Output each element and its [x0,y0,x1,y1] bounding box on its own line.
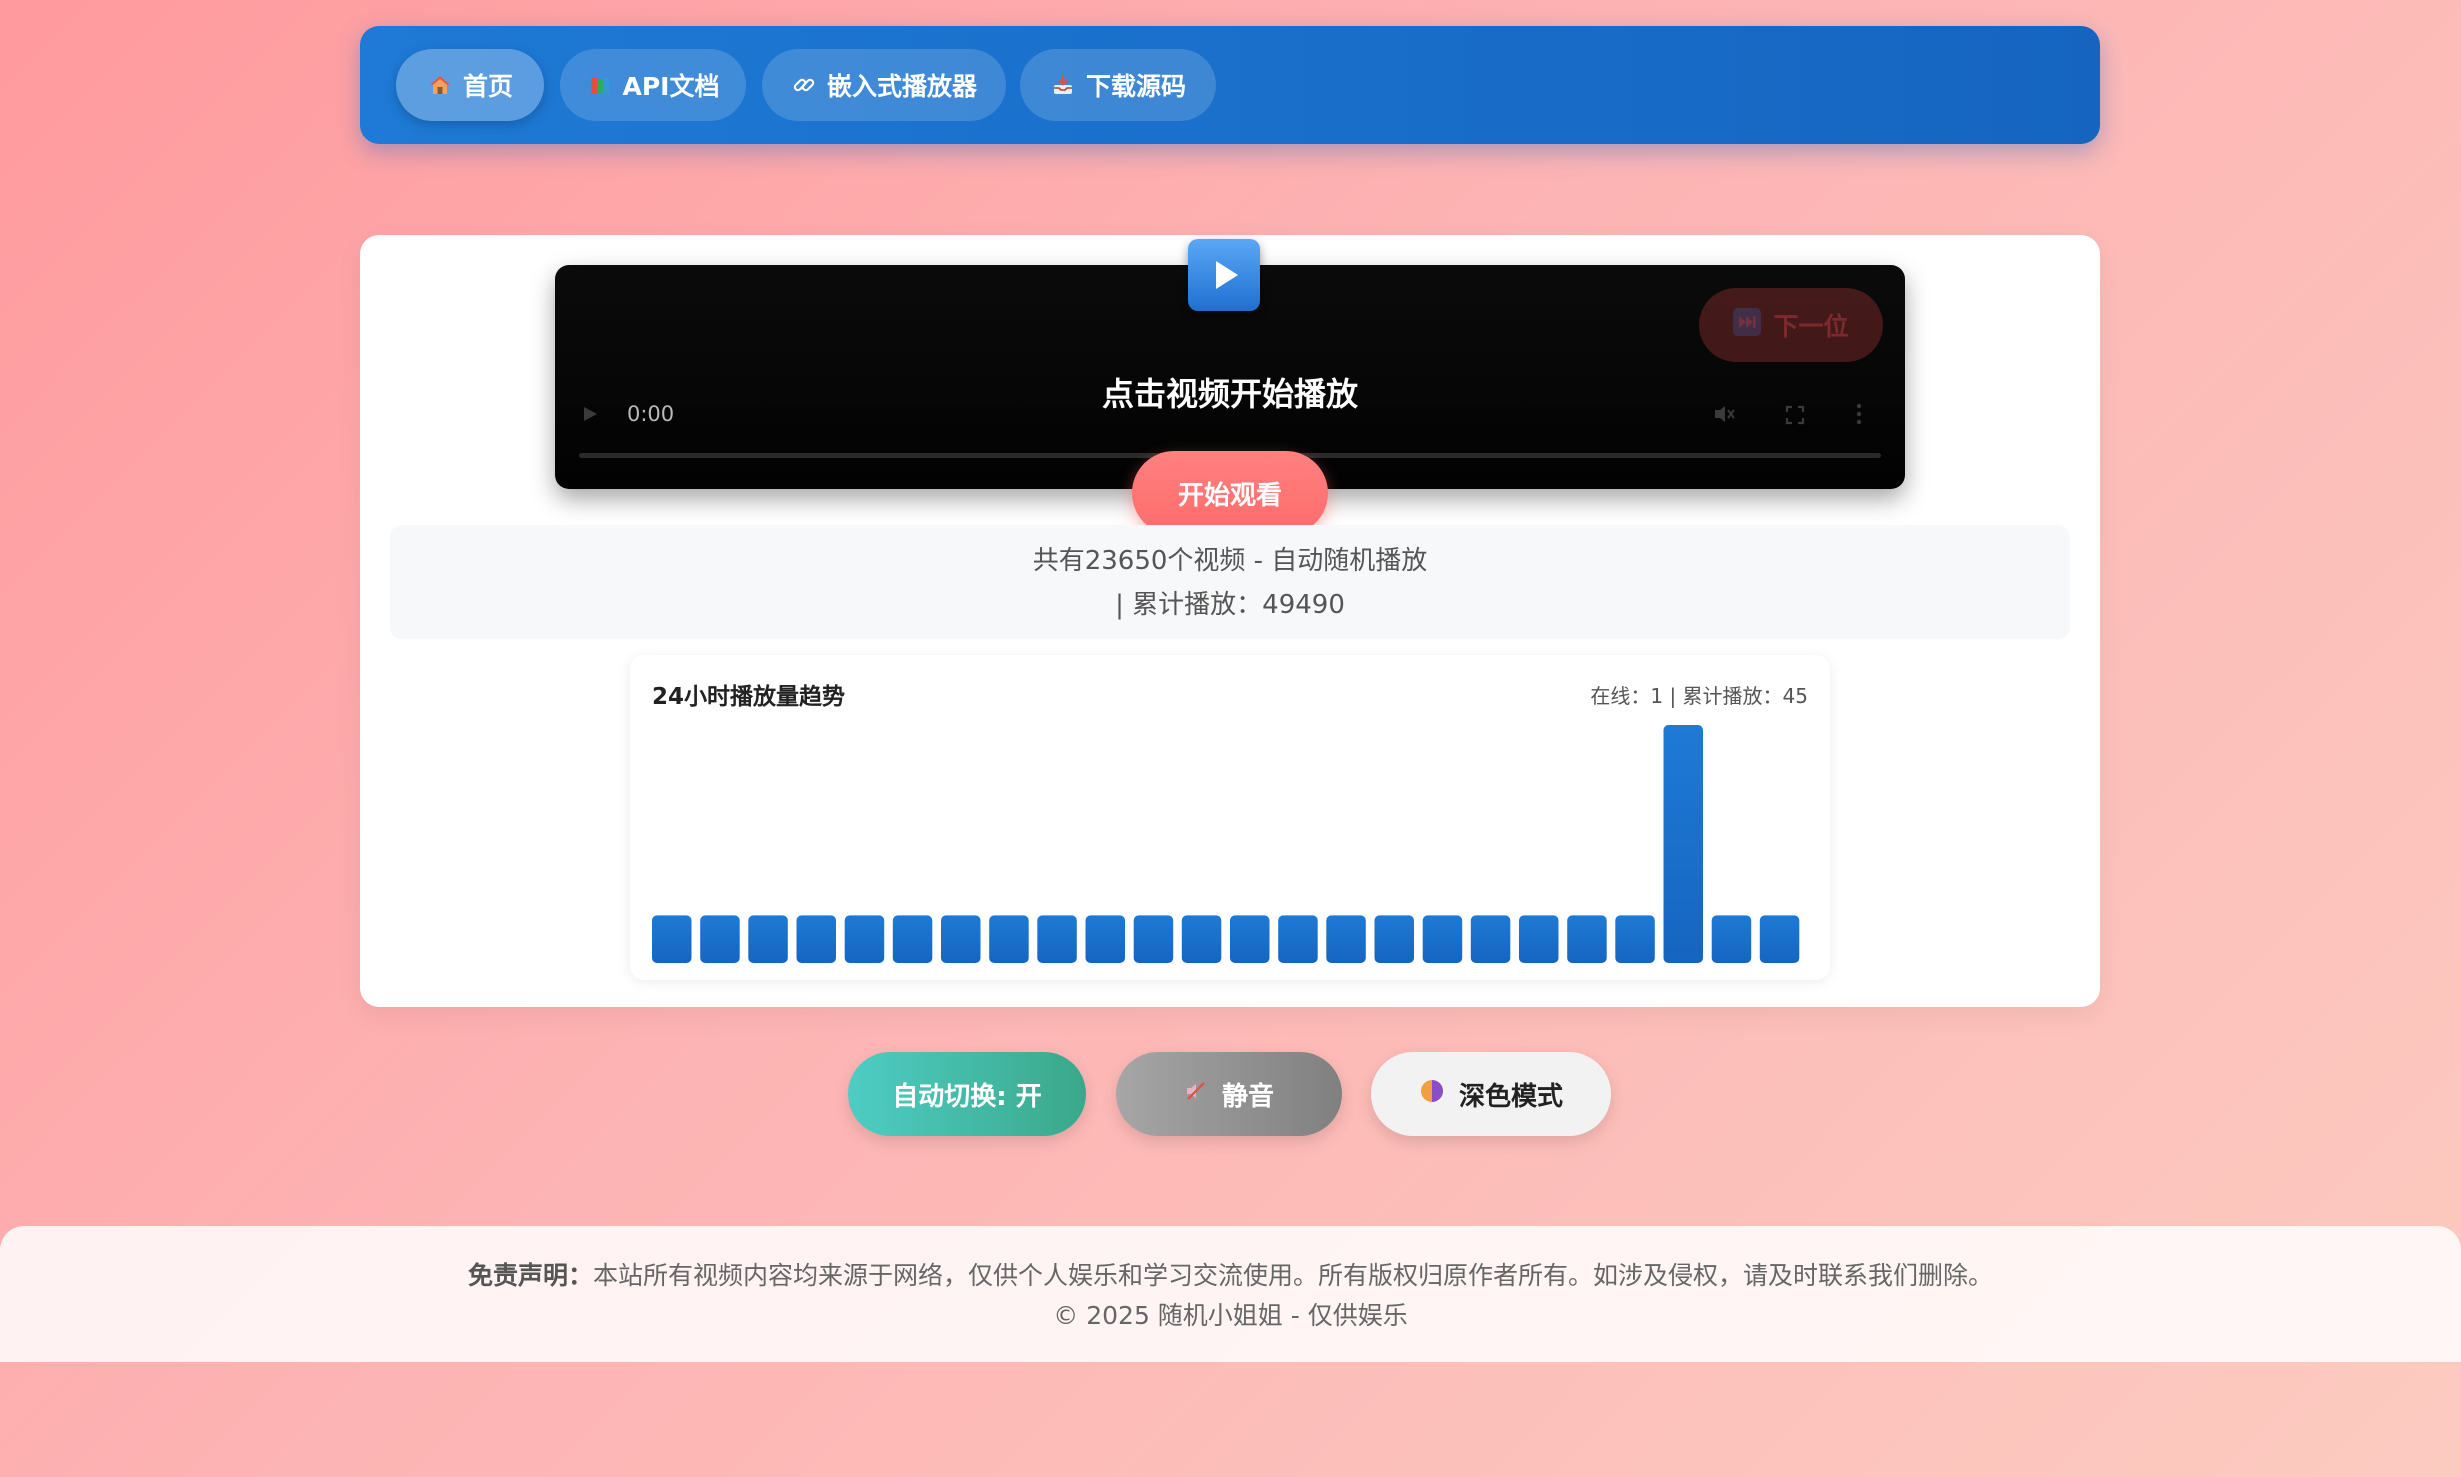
chart-bar [1711,915,1752,963]
chart-bar [748,915,788,963]
nav-item-embed-player[interactable]: 嵌入式播放器 [762,49,1006,121]
nav-item-label: 首页 [462,72,513,101]
chart-bar [1133,915,1174,963]
auto-switch-label: 自动切换: 开 [892,1081,1042,1112]
chart-bar [1181,915,1222,963]
inbox-download-icon [1050,72,1076,98]
copyright-text: © 2025 随机小姐姐 - 仅供娱乐 [1053,1301,1408,1330]
speaker-muted-icon [1184,1079,1208,1110]
more-options-icon[interactable] [1855,403,1863,429]
video-count-text: 共有23650个视频 - 自动随机播放 [1032,546,1428,576]
dark-mode-button[interactable]: 深色模式 [1371,1052,1611,1136]
nav-item-label: API文档 [622,72,720,101]
chart-bar [844,915,885,963]
fullscreen-icon[interactable] [1785,405,1805,429]
chart-bar [1374,915,1414,963]
mute-label: 静音 [1221,1081,1274,1112]
chart-bar [1470,915,1511,963]
chart-bar [1326,915,1366,963]
next-video-label: 下一位 [1773,312,1849,341]
mute-button[interactable]: 静音 [1116,1052,1342,1136]
nav-item-label: 嵌入式播放器 [826,72,977,101]
dark-mode-label: 深色模式 [1458,1081,1563,1112]
start-watching-button[interactable]: 开始观看 [1132,451,1328,535]
footer: 免责声明：本站所有视频内容均来源于网络，仅供个人娱乐和学习交流使用。所有版权归原… [0,1226,2461,1362]
next-track-icon [1733,308,1762,342]
video-hint-text: 点击视频开始播放 [1101,375,1358,413]
nav-item-download-source[interactable]: 下载源码 [1020,49,1216,121]
home-icon [427,72,453,98]
books-icon [587,72,613,98]
chart-bar [1615,915,1655,963]
half-moon-icon [1419,1078,1445,1111]
volume-muted-icon[interactable] [1713,403,1737,429]
nav-item-home[interactable]: 首页 [396,49,544,121]
auto-switch-toggle[interactable]: 自动切换: 开 [848,1052,1086,1136]
disclaimer-text: 本站所有视频内容均来源于网络，仅供个人娱乐和学习交流使用。所有版权归原作者所有。… [593,1261,1994,1290]
chart-bar [1567,915,1607,963]
chart-bar [892,915,933,963]
disclaimer: 免责声明：本站所有视频内容均来源于网络，仅供个人娱乐和学习交流使用。所有版权归原… [0,1256,2461,1296]
chart-bar [1230,915,1270,963]
chart-bars [652,725,1800,963]
total-plays-text: | 累计播放：49490 [1115,590,1345,620]
chart-bar [700,915,740,963]
chart-bar [1663,725,1703,963]
chart-bar [652,915,692,963]
link-icon [791,72,817,98]
info-box: 共有23650个视频 - 自动随机播放 | 累计播放：49490 [390,525,2070,639]
disclaimer-title: 免责声明： [467,1261,593,1290]
main-card: 点击视频开始播放 下一位 0:00 开始观看 共有23650个视频 - 自动随机… [360,235,2100,1007]
small-play-icon[interactable] [581,405,599,427]
chart-bar [989,915,1029,963]
chart-bar [1037,915,1077,963]
play-trend-chart: 24小时播放量趋势 在线：1 | 累计播放：45 [630,655,1830,980]
current-time: 0:00 [627,402,675,426]
next-video-button[interactable]: 下一位 [1699,288,1883,362]
chart-bar [1759,915,1800,963]
top-nav-bar: 首页 API文档 嵌入式播放器 下载源码 [360,26,2100,144]
chart-bar [1278,915,1318,963]
chart-bar [1422,915,1463,963]
chart-bar [796,915,836,963]
chart-bar [941,915,981,963]
chart-bar [1519,915,1559,963]
play-button-icon[interactable] [1188,239,1260,311]
chart-bar [1085,915,1125,963]
nav-item-label: 下载源码 [1085,72,1186,101]
nav-item-api-docs[interactable]: API文档 [560,49,746,121]
